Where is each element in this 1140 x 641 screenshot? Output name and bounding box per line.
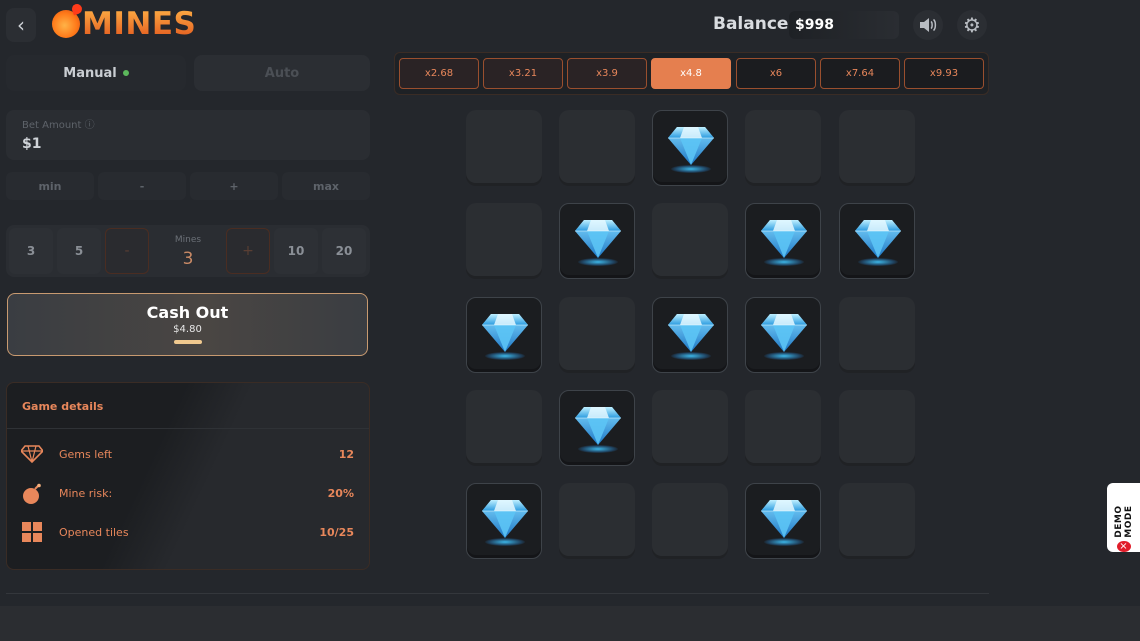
grid-icon <box>21 521 43 543</box>
diamond-icon <box>760 496 808 540</box>
tile-4-3[interactable] <box>745 483 821 559</box>
tile-3-0[interactable] <box>466 390 542 466</box>
tile-1-3[interactable] <box>745 203 821 279</box>
opened-tiles-label: Opened tiles <box>59 526 129 539</box>
tab-auto[interactable]: Auto <box>194 55 370 91</box>
tile-0-0[interactable] <box>466 110 542 186</box>
tile-1-0[interactable] <box>466 203 542 279</box>
bet-min-button[interactable]: min <box>6 172 94 200</box>
game-details-title: Game details <box>22 400 104 413</box>
balance-display: $998 <box>789 11 899 39</box>
mines-option-20[interactable]: 20 <box>322 228 366 274</box>
multiplier-6: x9.93 <box>904 58 984 89</box>
diamond-icon <box>667 123 715 167</box>
close-icon: × <box>1116 540 1131 552</box>
tile-1-2[interactable] <box>652 203 728 279</box>
divider <box>6 593 989 594</box>
tile-3-3[interactable] <box>745 390 821 466</box>
bet-decrease-button[interactable]: - <box>98 172 186 200</box>
tile-4-0[interactable] <box>466 483 542 559</box>
bet-amount-value: $1 <box>22 136 42 152</box>
multiplier-3: x4.8 <box>651 58 731 89</box>
tile-3-1[interactable] <box>559 390 635 466</box>
diamond-icon <box>481 310 529 354</box>
bet-increase-button[interactable]: + <box>190 172 278 200</box>
tile-4-1[interactable] <box>559 483 635 559</box>
tile-2-0[interactable] <box>466 297 542 373</box>
diamond-icon <box>574 216 622 260</box>
tile-2-4[interactable] <box>839 297 915 373</box>
mine-risk-label: Mine risk: <box>59 487 113 500</box>
balance-label: Balance: <box>713 14 796 34</box>
tab-manual[interactable]: Manual <box>6 55 186 91</box>
tile-2-1[interactable] <box>559 297 635 373</box>
balance-value: $998 <box>795 17 834 33</box>
diamond-icon <box>854 216 902 260</box>
tile-4-2[interactable] <box>652 483 728 559</box>
gems-left-label: Gems left <box>59 448 113 461</box>
diamond-icon <box>760 216 808 260</box>
tile-2-2[interactable] <box>652 297 728 373</box>
tile-0-3[interactable] <box>745 110 821 186</box>
tile-2-3[interactable] <box>745 297 821 373</box>
tile-3-2[interactable] <box>652 390 728 466</box>
mine-risk-value: 20% <box>327 487 354 500</box>
bomb-icon <box>21 483 43 505</box>
bomb-logo-icon <box>52 2 84 38</box>
mines-decrease-button[interactable]: - <box>105 228 149 274</box>
cash-out-amount: $4.80 <box>173 324 202 335</box>
multiplier-1: x3.21 <box>483 58 563 89</box>
multiplier-0: x2.68 <box>399 58 479 89</box>
tab-auto-label: Auto <box>264 65 300 81</box>
tile-3-4[interactable] <box>839 390 915 466</box>
tile-4-4[interactable] <box>839 483 915 559</box>
bet-max-button[interactable]: max <box>282 172 370 200</box>
multiplier-5: x7.64 <box>820 58 900 89</box>
chevron-left-icon: ‹ <box>17 13 25 37</box>
mines-option-5[interactable]: 5 <box>57 228 101 274</box>
bet-amount-label: Bet Amount ⓘ <box>22 120 95 131</box>
multiplier-4: x6 <box>736 58 816 89</box>
gem-icon <box>21 443 43 465</box>
tile-0-2[interactable] <box>652 110 728 186</box>
mines-label: Mines <box>174 235 202 245</box>
diamond-icon <box>667 310 715 354</box>
tile-0-4[interactable] <box>839 110 915 186</box>
diamond-icon <box>574 403 622 447</box>
divider <box>7 428 369 429</box>
demo-mode-label: DEMO MODE <box>1113 505 1134 538</box>
mines-option-10[interactable]: 10 <box>274 228 318 274</box>
settings-button[interactable]: ⚙ <box>957 10 987 40</box>
active-dot-icon <box>122 70 129 76</box>
tile-0-1[interactable] <box>559 110 635 186</box>
tile-1-1[interactable] <box>559 203 635 279</box>
cash-out-indicator <box>174 340 202 344</box>
mines-option-3[interactable]: 3 <box>9 228 53 274</box>
tile-1-4[interactable] <box>839 203 915 279</box>
mines-increase-button[interactable]: + <box>226 228 270 274</box>
multiplier-2: x3.9 <box>567 58 647 89</box>
logo-text: MINES <box>82 6 197 42</box>
gems-left-value: 12 <box>338 448 354 461</box>
opened-tiles-value: 10/25 <box>319 526 354 539</box>
speaker-icon <box>920 18 937 32</box>
back-button[interactable]: ‹ <box>6 8 36 42</box>
gear-icon: ⚙ <box>963 13 981 37</box>
diamond-icon <box>481 496 529 540</box>
tab-manual-label: Manual <box>63 65 117 81</box>
logo: MINES <box>52 2 197 42</box>
footer-bar <box>0 606 1140 641</box>
demo-mode-badge[interactable]: DEMO MODE × <box>1107 483 1140 552</box>
sound-button[interactable] <box>913 10 943 40</box>
mines-value: 3 <box>182 249 194 269</box>
cash-out-label: Cash Out <box>146 303 229 322</box>
diamond-icon <box>760 310 808 354</box>
